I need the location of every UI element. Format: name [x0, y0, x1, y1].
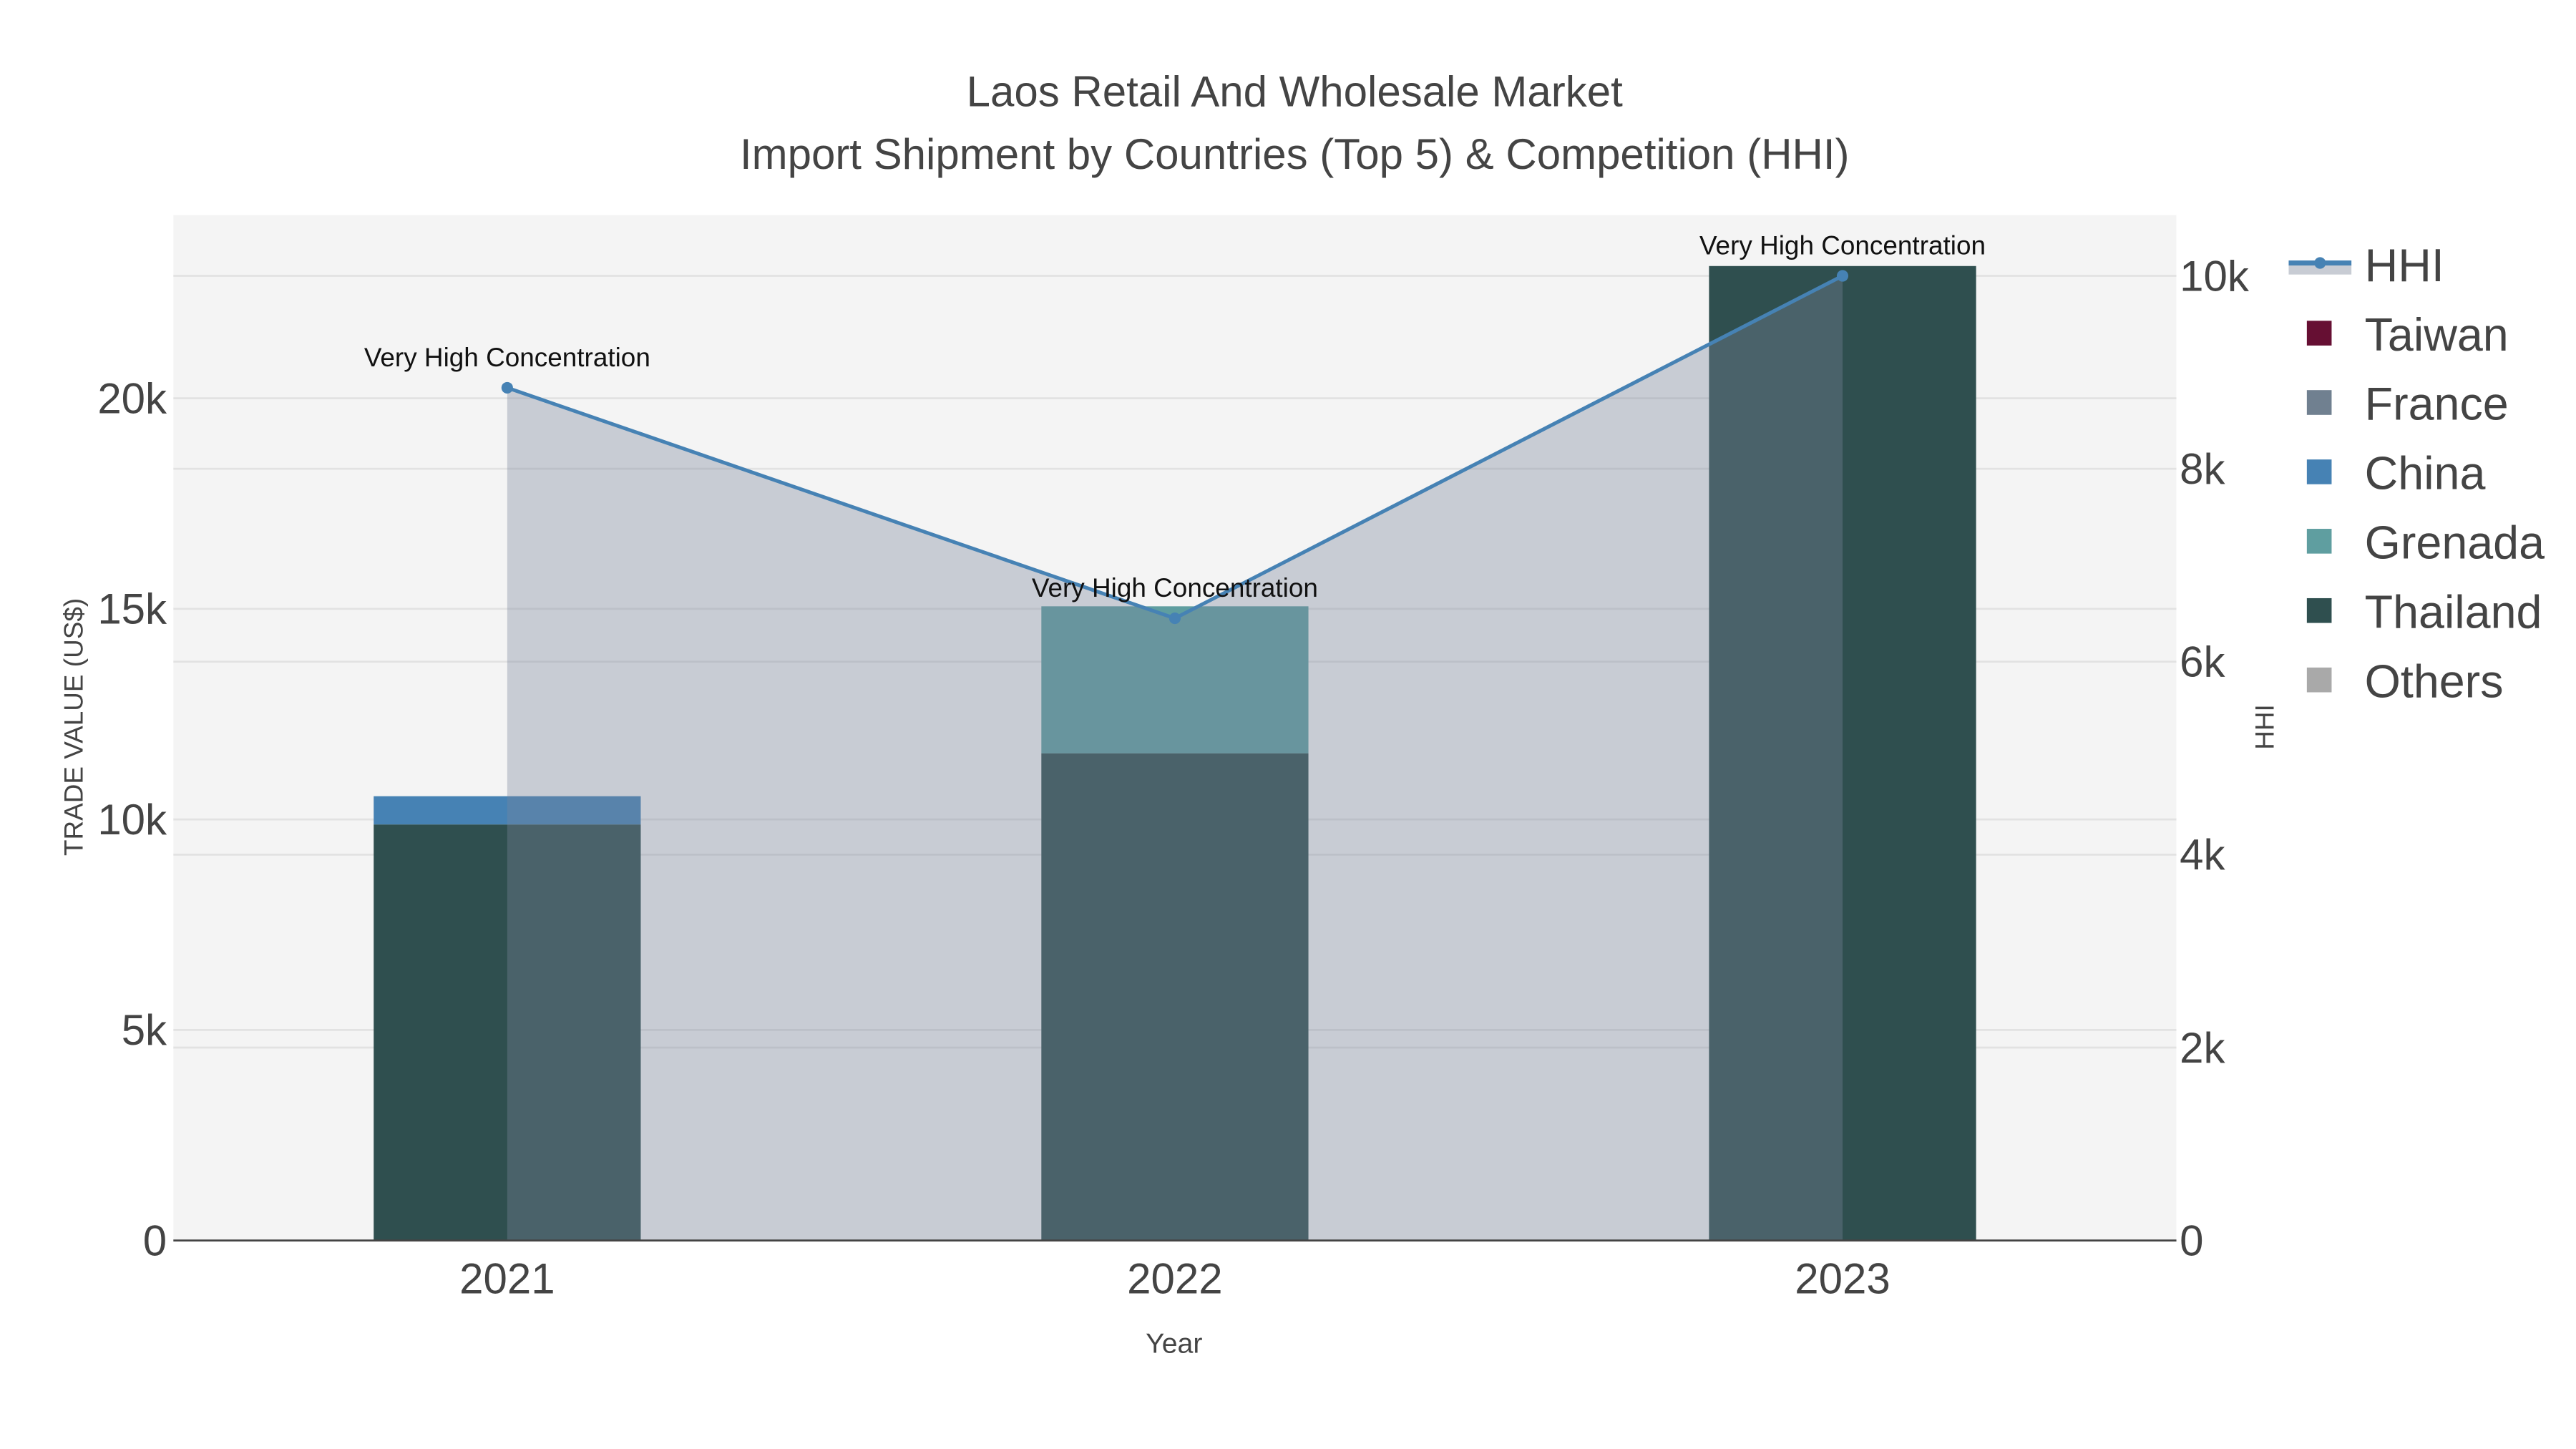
- legend-label: China: [2365, 448, 2486, 499]
- hhi-annotation: Very High Concentration: [1032, 573, 1318, 602]
- legend-label: HHI: [2365, 240, 2444, 291]
- legend-label: Grenada: [2365, 517, 2545, 569]
- hhi-point: [1169, 613, 1181, 625]
- y-axis-title: TRADE VALUE (US$): [59, 598, 88, 856]
- y2-tick-label: 10k: [2180, 252, 2250, 300]
- y2-tick-label: 2k: [2180, 1024, 2225, 1072]
- chart: Laos Retail And Wholesale Market Import …: [0, 0, 2576, 1449]
- legend-swatch: [2306, 390, 2332, 415]
- legend-label: Thailand: [2365, 587, 2542, 638]
- legend-swatch: [2306, 321, 2332, 346]
- y2-tick-label: 8k: [2180, 445, 2225, 493]
- hhi-point: [1836, 270, 1849, 282]
- x-tick-label: 2022: [1127, 1255, 1222, 1303]
- hhi-point: [501, 381, 513, 394]
- legend-label: France: [2365, 379, 2509, 430]
- legend-label: Others: [2365, 655, 2504, 707]
- y-tick-label: 10k: [97, 796, 167, 844]
- y2-tick-label: 0: [2180, 1216, 2203, 1264]
- legend-label: Taiwan: [2365, 309, 2509, 361]
- y-tick-label: 5k: [122, 1006, 167, 1054]
- legend-swatch: [2306, 529, 2332, 554]
- y-tick-label: 15k: [97, 585, 167, 633]
- hhi-annotation: Very High Concentration: [1699, 231, 1986, 260]
- y2-axis-title: HHI: [2250, 704, 2280, 750]
- y-tick-label: 0: [143, 1216, 167, 1264]
- chart-title-line2: Import Shipment by Countries (Top 5) & C…: [740, 130, 1850, 178]
- y2-tick-label: 6k: [2180, 638, 2225, 686]
- hhi-annotation: Very High Concentration: [364, 343, 650, 372]
- x-tick-label: 2023: [1795, 1255, 1890, 1303]
- x-axis-title: Year: [1146, 1328, 1202, 1360]
- x-tick-label: 2021: [459, 1255, 555, 1303]
- legend-hhi-marker: [2314, 257, 2326, 269]
- legend-swatch: [2306, 597, 2332, 623]
- legend-swatch: [2306, 459, 2332, 484]
- y2-tick-label: 4k: [2180, 831, 2225, 879]
- legend-swatch: [2306, 667, 2332, 693]
- y-tick-label: 20k: [97, 374, 167, 422]
- chart-title-line1: Laos Retail And Wholesale Market: [967, 67, 1623, 115]
